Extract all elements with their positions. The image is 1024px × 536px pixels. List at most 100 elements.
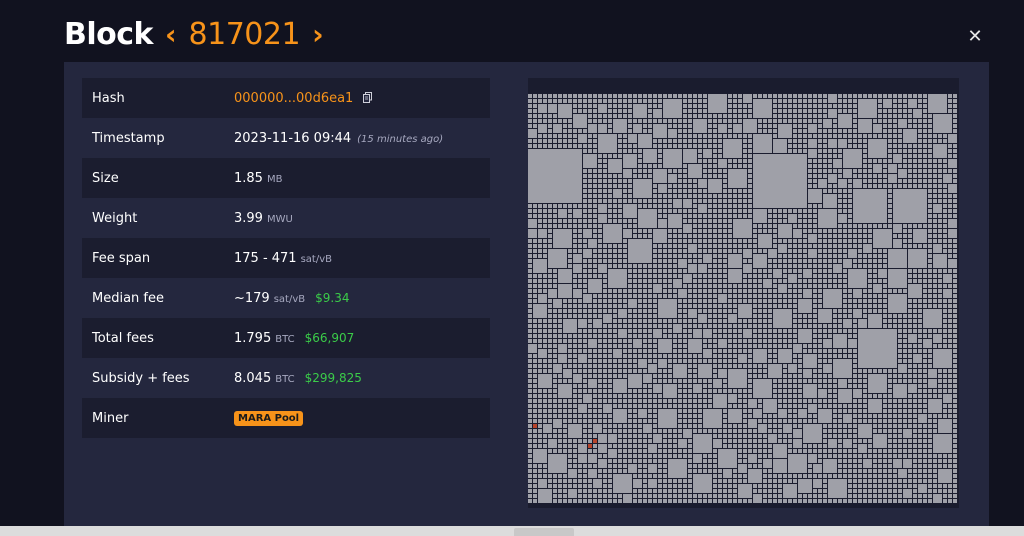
tx-square [883,179,887,183]
transaction-grid[interactable] [528,78,959,508]
tx-square [713,124,717,128]
tx-square [528,449,532,453]
tx-square [883,499,887,503]
copy-icon[interactable] [363,91,373,103]
tx-square [828,139,837,148]
taskbar-item[interactable] [514,528,574,536]
tx-square [838,324,842,328]
tx-square [653,259,657,263]
tx-square [803,289,812,298]
tx-square [883,164,887,168]
block-header: Block ‹ 817021 › [64,14,326,54]
chevron-left-icon[interactable]: ‹ [163,18,179,51]
tx-square [873,494,877,498]
tx-square [563,409,567,413]
tx-square [813,344,817,348]
tx-square [813,444,817,448]
tx-square [573,274,577,278]
tx-square [948,299,952,303]
tx-square [948,199,952,203]
tx-square [658,499,662,503]
tx-square [713,334,717,338]
tx-square [868,489,872,493]
tx-square [898,149,902,153]
tx-square [703,149,712,158]
tx-square [898,404,902,408]
miner-badge[interactable]: MARA Pool [234,410,304,426]
tx-square [818,299,822,303]
tx-square [933,299,937,303]
tx-square [678,399,682,403]
block-visualization[interactable] [528,78,959,508]
tx-square [813,259,817,263]
tx-square [708,124,712,128]
tx-square [843,279,847,283]
tx-square [613,199,617,203]
tx-square [728,214,732,218]
tx-square [733,424,737,428]
chevron-right-icon[interactable]: › [310,18,326,51]
tx-square [618,394,622,398]
tx-square [748,464,752,468]
tx-square [788,384,792,388]
tx-square [688,339,702,353]
tx-square [528,264,532,268]
tx-square [808,379,812,383]
tx-square [878,109,882,113]
tx-square [913,304,917,308]
tx-square [668,234,672,238]
tx-square [688,389,692,393]
tx-square [883,129,887,133]
tx-square [578,474,582,478]
hash-link[interactable]: 000000...00d6ea1 [234,91,353,106]
tx-square [843,269,847,273]
tx-square [838,449,842,453]
tx-square [803,354,817,368]
tx-square [723,254,727,258]
tx-square [643,349,647,353]
tx-square [598,204,607,213]
tx-square [888,469,892,473]
tx-square [593,99,597,103]
tx-square [538,434,542,438]
tx-square [808,449,812,453]
tx-square [928,184,932,188]
tx-square [733,104,737,108]
tx-square [563,419,567,423]
tx-square [913,274,917,278]
tx-square [728,229,732,233]
tx-square [538,369,542,373]
tx-square [738,424,742,428]
tx-square [543,114,547,118]
tx-square [708,159,712,163]
tx-square [718,174,722,178]
tx-square [888,414,892,418]
tx-square [798,494,802,498]
tx-square [563,94,567,98]
tx-square [763,414,767,418]
tx-square [848,229,852,233]
tx-square [848,289,852,293]
tx-square [788,344,792,348]
tx-square [613,119,627,133]
close-icon[interactable]: ✕ [966,28,984,46]
tx-square [643,419,647,423]
tx-square [908,329,912,333]
tx-square [858,254,862,258]
tx-square [853,234,857,238]
tx-square [698,399,702,403]
tx-square [633,439,637,443]
tx-square [723,424,727,428]
tx-square [828,349,832,353]
tx-square [748,319,752,323]
tx-square [933,139,937,143]
tx-square [813,494,817,498]
tx-square [843,274,847,278]
tx-square [878,119,882,123]
tx-square [653,374,657,378]
tx-square [703,429,707,433]
tx-square [798,324,802,328]
tx-square [773,339,777,343]
tx-square [528,129,537,138]
tx-square [728,119,732,123]
